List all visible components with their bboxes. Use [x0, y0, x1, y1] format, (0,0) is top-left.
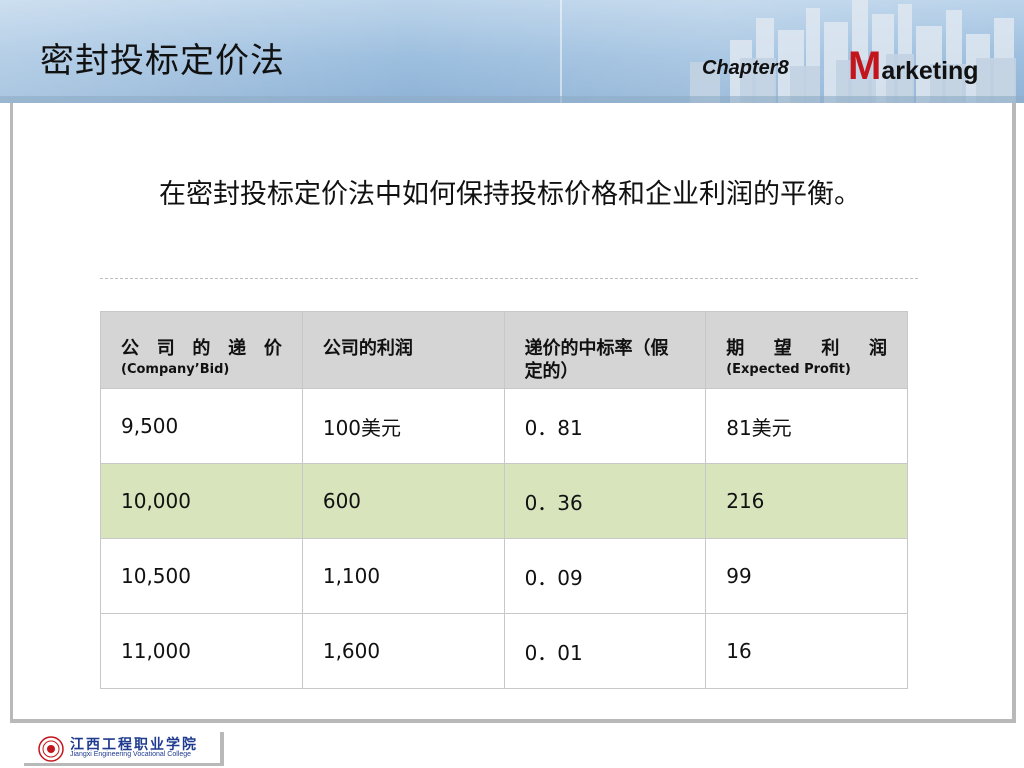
table-row: 11,000 1,600 0．01 16 [100, 613, 908, 689]
table-cell: 16 [705, 613, 908, 689]
table-cell: 0．01 [503, 613, 707, 689]
table-header-row: 公 司 的 递 价 (Company’Bid) 公司的利润 递价的中标率（假定的… [100, 311, 908, 389]
header-main-text: 期 望 利 润 [726, 338, 887, 359]
table-row: 10,500 1,100 0．09 99 [100, 538, 908, 614]
slide-header: 密封投标定价法 Chapter8 Marketing [0, 0, 1024, 103]
table-cell: 1,100 [301, 538, 505, 614]
table-cell: 216 [705, 463, 908, 539]
bid-table: 公 司 的 递 价 (Company’Bid) 公司的利润 递价的中标率（假定的… [100, 311, 908, 689]
table-cell: 9,500 [100, 388, 303, 464]
header-sub-text: (Expected Profit) [726, 362, 851, 378]
header-expected-profit: 期 望 利 润 (Expected Profit) [705, 311, 908, 389]
table-cell: 600 [301, 463, 505, 539]
table-cell: 99 [705, 538, 908, 614]
marketing-logo-initial: M [848, 44, 882, 88]
table-row: 9,500 100美元 0．81 81美元 [100, 388, 908, 464]
chapter-label: Chapter8 [702, 57, 789, 79]
table-cell: 10,000 [100, 463, 303, 539]
college-logo: 江西工程职业学院 Jiangxi Engineering Vocational … [24, 732, 224, 766]
slide-title: 密封投标定价法 [40, 41, 285, 81]
dashed-divider [100, 278, 918, 279]
marketing-logo: Marketing [848, 44, 979, 89]
header-sub-text: (Company’Bid) [121, 362, 230, 378]
header-main-text: 递价的中标率（假定的） [524, 338, 669, 383]
marketing-logo-text: arketing [881, 57, 979, 85]
college-seal-icon [38, 736, 64, 762]
header-main-text: 公司的利润 [322, 338, 413, 359]
table-cell: 100美元 [301, 388, 505, 464]
header-main-text: 公 司 的 递 价 [121, 338, 282, 359]
header-company-profit: 公司的利润 [301, 311, 505, 389]
table-cell: 10,500 [100, 538, 303, 614]
table-cell: 0．81 [503, 388, 707, 464]
table-cell: 11,000 [100, 613, 303, 689]
header-win-probability: 递价的中标率（假定的） [503, 311, 707, 389]
table-cell: 0．09 [503, 538, 707, 614]
question-text: 在密封投标定价法中如何保持投标价格和企业利润的平衡。 [159, 179, 861, 210]
college-name-en: Jiangxi Engineering Vocational College [70, 751, 192, 758]
table-cell: 81美元 [705, 388, 908, 464]
table-cell: 0．36 [503, 463, 707, 539]
table-row-highlighted: 10,000 600 0．36 216 [100, 463, 908, 539]
table-cell: 1,600 [301, 613, 505, 689]
header-company-bid: 公 司 的 递 价 (Company’Bid) [100, 311, 303, 389]
